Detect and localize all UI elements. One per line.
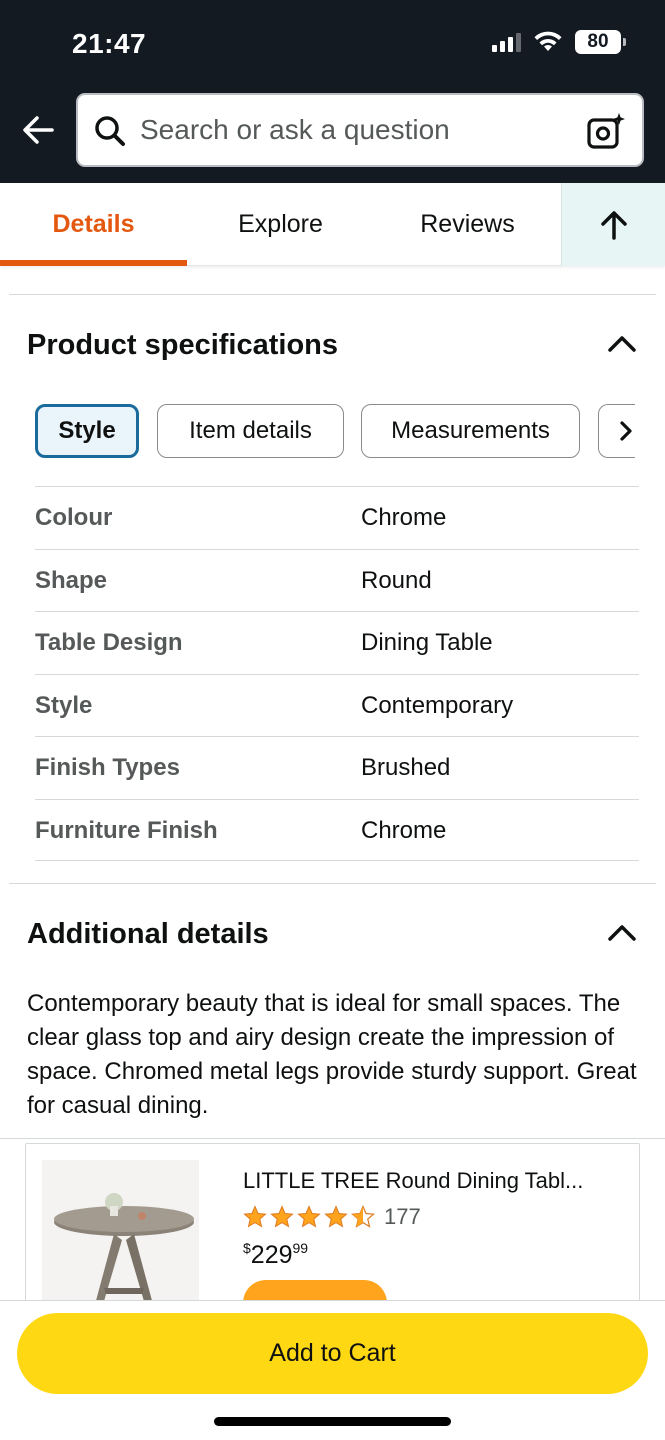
spec-value: Chrome bbox=[361, 816, 447, 844]
status-icons: 80 bbox=[492, 30, 626, 54]
dining-table-icon bbox=[42, 1160, 199, 1300]
spec-row: Table Design Dining Table bbox=[35, 611, 639, 674]
card-action-button[interactable] bbox=[243, 1280, 387, 1300]
tab-reviews[interactable]: Reviews bbox=[374, 183, 561, 266]
star-full-icon bbox=[243, 1205, 267, 1228]
home-indicator bbox=[214, 1417, 451, 1426]
spec-row: Finish Types Brushed bbox=[35, 736, 639, 799]
product-rating[interactable]: 177 bbox=[243, 1204, 421, 1230]
back-arrow-icon[interactable] bbox=[20, 112, 56, 148]
spec-key: Finish Types bbox=[35, 754, 180, 781]
price-cents: 99 bbox=[292, 1240, 309, 1256]
section-divider bbox=[9, 294, 656, 295]
product-price: $22999 bbox=[243, 1240, 308, 1270]
sponsored-product-area: LITTLE TREE Round Dining Tabl... 177 $22… bbox=[0, 1138, 665, 1300]
spec-row: Shape Round bbox=[35, 548, 639, 612]
scroll-to-top-button[interactable] bbox=[561, 183, 665, 266]
add-to-cart-button[interactable]: Add to Cart bbox=[17, 1313, 648, 1394]
product-card[interactable]: LITTLE TREE Round Dining Tabl... 177 $22… bbox=[25, 1143, 640, 1300]
spec-row: Furniture Finish Chrome bbox=[35, 798, 639, 861]
section-divider bbox=[9, 883, 656, 884]
product-image[interactable] bbox=[42, 1160, 199, 1300]
spec-value: Contemporary bbox=[361, 691, 514, 719]
review-count: 177 bbox=[384, 1204, 421, 1229]
pills-next-button[interactable] bbox=[598, 404, 635, 458]
spec-row: Style Contemporary bbox=[35, 673, 639, 737]
spec-value: Round bbox=[361, 566, 432, 594]
spec-value: Brushed bbox=[361, 754, 451, 781]
product-specifications-title: Product specifications bbox=[27, 329, 339, 361]
spec-key: Style bbox=[35, 691, 93, 719]
tab-explore[interactable]: Explore bbox=[187, 183, 374, 266]
spec-key: Table Design bbox=[35, 629, 183, 656]
spec-value: Chrome bbox=[361, 504, 447, 531]
spec-row: Colour Chrome bbox=[35, 486, 639, 549]
spec-key: Furniture Finish bbox=[35, 816, 218, 844]
pill-item-details[interactable]: Item details bbox=[157, 404, 344, 458]
section-tabs: Details Explore Reviews bbox=[0, 183, 665, 266]
status-time: 21:47 bbox=[72, 28, 147, 59]
star-full-icon bbox=[297, 1205, 321, 1228]
search-icon bbox=[95, 116, 125, 146]
search-input[interactable] bbox=[140, 107, 560, 153]
additional-details-title: Additional details bbox=[27, 918, 269, 950]
star-full-icon bbox=[324, 1205, 348, 1228]
price-whole: 229 bbox=[250, 1241, 293, 1269]
app-header: 21:47 80 bbox=[0, 0, 665, 183]
battery-indicator: 80 bbox=[575, 30, 626, 54]
spec-key: Colour bbox=[35, 504, 113, 531]
bottom-action-bar: Add to Cart bbox=[0, 1300, 665, 1440]
star-half-icon bbox=[351, 1205, 375, 1228]
chevron-up-icon[interactable] bbox=[607, 333, 637, 353]
camera-lens-icon[interactable] bbox=[586, 111, 626, 151]
spec-key: Shape bbox=[35, 566, 108, 594]
additional-details-text: Contemporary beauty that is ideal for sm… bbox=[27, 990, 637, 1119]
spec-category-pills: Style Item details Measurements bbox=[35, 404, 635, 460]
cellular-signal-icon bbox=[492, 32, 521, 52]
arrow-up-icon bbox=[600, 210, 627, 240]
star-full-icon bbox=[270, 1205, 294, 1228]
tab-details[interactable]: Details bbox=[0, 183, 187, 266]
product-title[interactable]: LITTLE TREE Round Dining Tabl... bbox=[243, 1168, 623, 1194]
wifi-icon bbox=[534, 31, 562, 51]
pill-style[interactable]: Style bbox=[35, 404, 139, 458]
search-bar[interactable] bbox=[76, 93, 644, 167]
chevron-right-icon bbox=[620, 421, 632, 441]
chevron-up-icon[interactable] bbox=[607, 922, 637, 942]
spec-table: Colour Chrome Shape Round Table Design D… bbox=[35, 486, 639, 861]
price-symbol: $ bbox=[243, 1240, 251, 1256]
pill-measurements[interactable]: Measurements bbox=[361, 404, 580, 458]
spec-value: Dining Table bbox=[361, 629, 493, 656]
